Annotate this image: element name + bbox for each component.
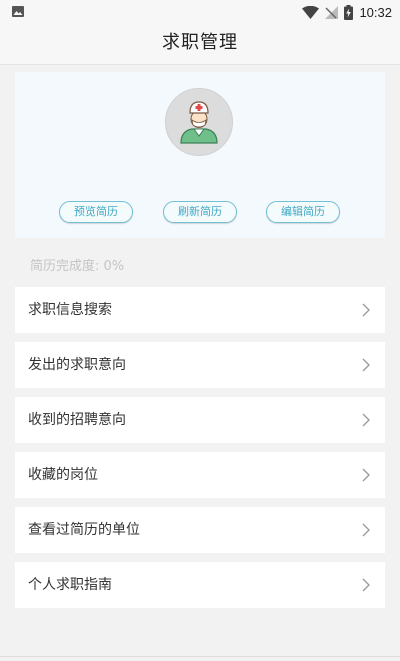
battery-charging-icon [344, 4, 354, 20]
chevron-right-icon [362, 523, 370, 537]
chevron-right-icon [362, 468, 370, 482]
wifi-icon [302, 5, 320, 19]
menu-item-label: 发出的求职意向 [28, 357, 126, 373]
status-time: 10:32 [359, 4, 392, 20]
menu-item-saved-jobs[interactable]: 收藏的岗位 [15, 452, 385, 498]
menu-item-label: 查看过简历的单位 [28, 522, 140, 538]
preview-resume-button[interactable]: 预览简历 [59, 201, 133, 223]
edit-resume-button[interactable]: 编辑简历 [266, 201, 340, 223]
image-icon [12, 6, 24, 17]
menu-item-sent-intentions[interactable]: 发出的求职意向 [15, 342, 385, 388]
page-title: 求职管理 [162, 32, 238, 53]
menu-item-label: 个人求职指南 [28, 577, 112, 593]
menu-item-label: 收到的招聘意向 [28, 412, 126, 428]
profile-card: 预览简历 刷新简历 编辑简历 [15, 72, 385, 238]
chevron-right-icon [362, 303, 370, 317]
chevron-right-icon [362, 578, 370, 592]
menu-item-job-search[interactable]: 求职信息搜索 [15, 287, 385, 333]
menu-item-resume-viewers[interactable]: 查看过简历的单位 [15, 507, 385, 553]
bottom-divider [0, 656, 400, 657]
menu-item-received-offers[interactable]: 收到的招聘意向 [15, 397, 385, 443]
doctor-avatar-icon [180, 101, 218, 144]
resume-completion-text: 简历完成度: 0% [30, 259, 125, 274]
menu-item-label: 收藏的岗位 [28, 467, 98, 483]
title-bar: 求职管理 [0, 24, 400, 65]
menu-item-job-guide[interactable]: 个人求职指南 [15, 562, 385, 608]
avatar[interactable] [165, 88, 233, 156]
chevron-right-icon [362, 358, 370, 372]
refresh-resume-button[interactable]: 刷新简历 [163, 201, 237, 223]
menu-item-label: 求职信息搜索 [28, 302, 112, 318]
status-bar: 10:32 [0, 0, 400, 24]
status-icons: 10:32 [302, 3, 392, 21]
signal-off-icon [325, 5, 339, 19]
chevron-right-icon [362, 413, 370, 427]
